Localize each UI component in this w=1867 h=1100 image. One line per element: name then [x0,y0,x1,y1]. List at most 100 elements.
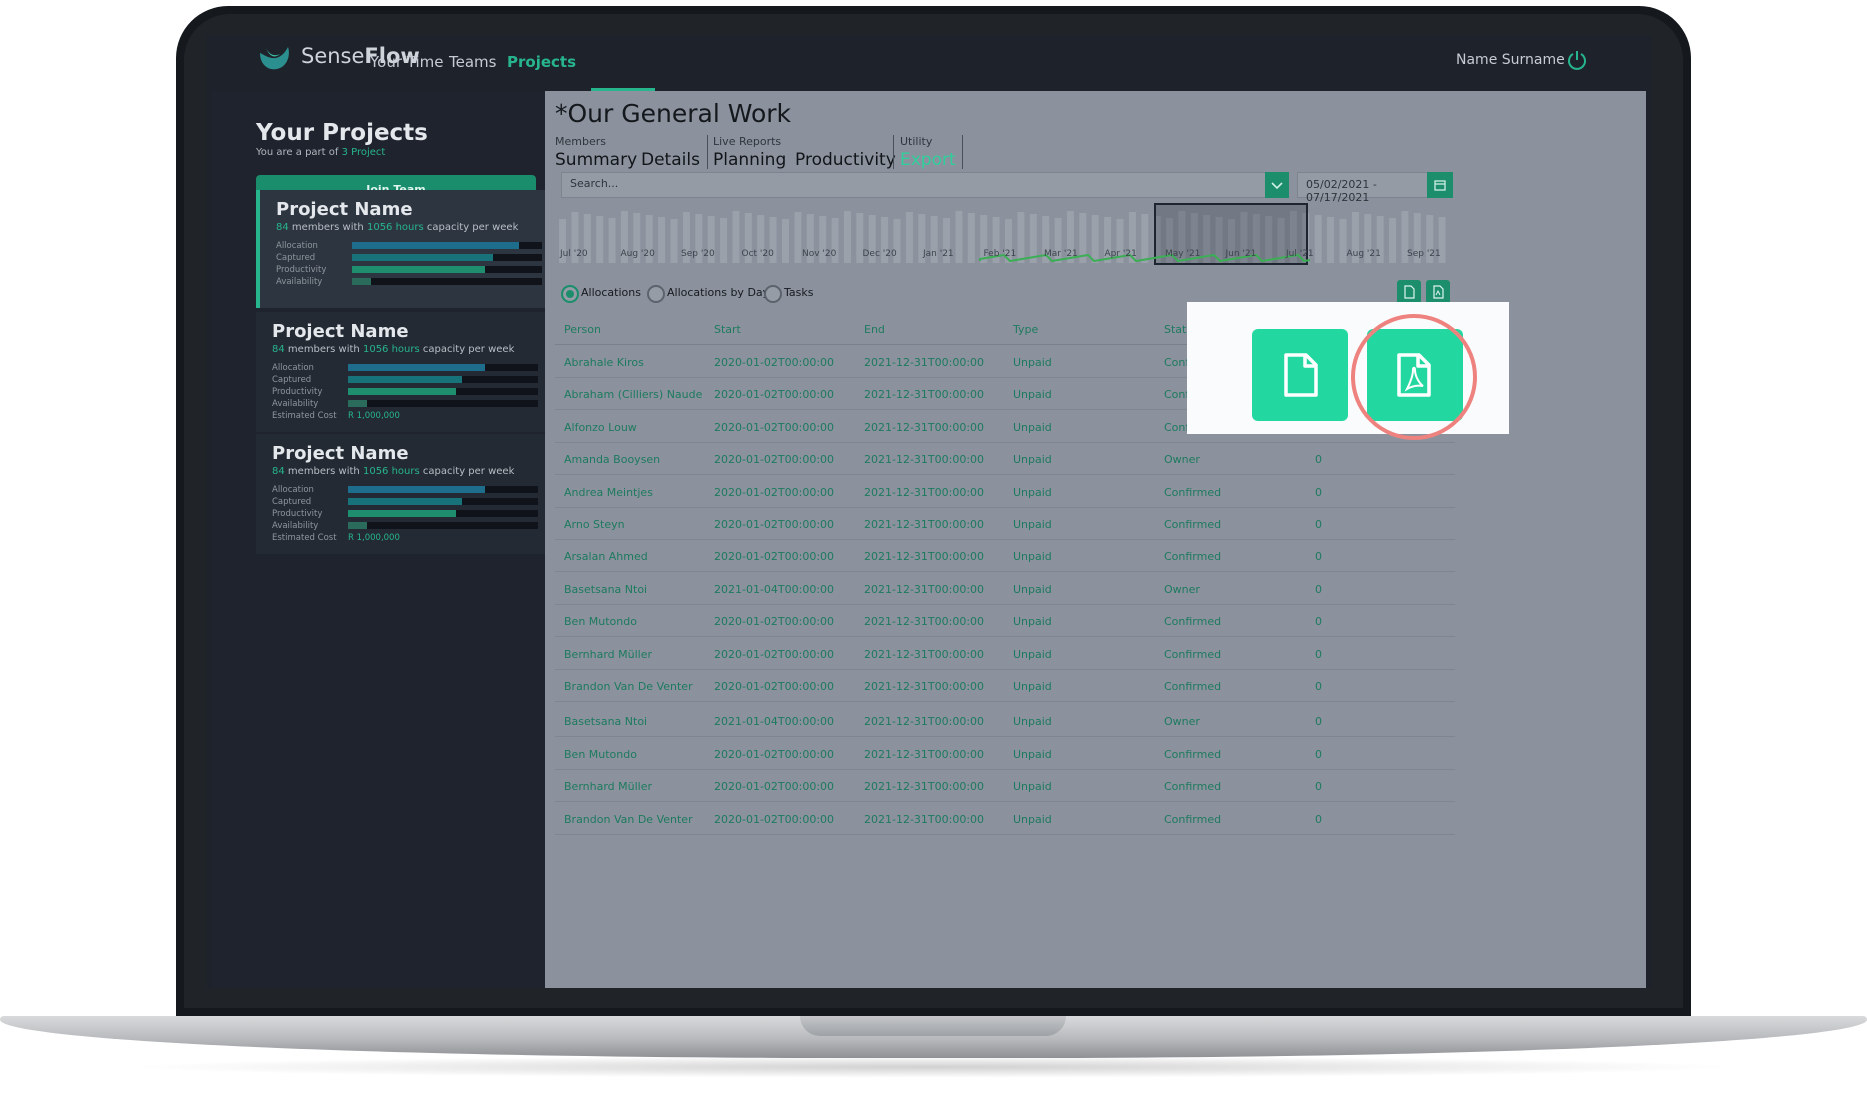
project-card[interactable]: Project Name 84 members with 1056 hours … [256,434,546,554]
column-header-person[interactable]: Person [564,323,601,336]
search-input[interactable]: Search... [561,172,1267,198]
table-row[interactable]: Andrea Meintjes 2020-01-02T00:00:00 2021-1… [555,475,1455,508]
cell-person: Abraham (Cilliers) Naude [564,388,703,402]
timeline-month-label: Feb '21 [983,249,1017,259]
metric-bar [352,242,542,249]
power-icon[interactable] [1566,49,1588,71]
cell-type: Unpaid [1013,715,1052,729]
tab-details[interactable]: Details [641,150,700,170]
table-row[interactable]: Amanda Booysen 2020-01-02T00:00:00 2021-12… [555,442,1455,476]
timeline-bar [1339,219,1347,263]
highlight-ring [1351,314,1477,440]
timeline-bar [843,211,851,263]
export-pdf-button[interactable] [1426,280,1450,304]
cell-value: 0 [1315,715,1322,729]
timeline-bar [955,211,963,263]
tab-planning[interactable]: Planning [713,150,786,170]
nav-projects[interactable]: Projects [507,53,576,71]
file-icon [1404,285,1415,299]
timeline-overview[interactable]: Jul '20 Aug '20 Sep '20 Oct '20 Nov '20 Dec '… [555,203,1455,265]
metric-bar-fill [352,254,493,261]
table-row[interactable]: Bernhard Müller 2020-01-02T00:00:00 2021-1… [555,637,1455,670]
table-row[interactable]: Brandon Van De Venter 2020-01-02T00:00:00… [555,669,1455,702]
column-header-type[interactable]: Type [1013,323,1038,336]
cell-start: 2020-01-02T00:00:00 [714,615,835,629]
metric-bar [348,522,538,529]
cell-start: 2020-01-02T00:00:00 [714,680,835,693]
table-row[interactable]: Ben Mutondo 2020-01-02T00:00:00 2021-12-31… [555,737,1455,770]
timeline-bar [608,218,616,263]
table-row[interactable]: Basetsana Ntoi 2021-01-04T00:00:00 2021-12… [555,704,1455,738]
cell-person: Basetsana Ntoi [564,715,648,729]
cell-end: 2021-12-31T00:00:00 [864,812,985,826]
table-row[interactable]: Brandon Van De Venter 2020-01-02T00:00:00… [555,802,1455,835]
cell-status: Confirmed [1164,780,1222,794]
cell-person: Arno Steyn [564,518,625,531]
project-card[interactable]: Project Name 84 members with 1056 hours … [256,312,546,432]
table-row[interactable]: Arno Steyn 2020-01-02T00:00:00 2021-12-31T… [555,507,1455,540]
calendar-icon [1434,180,1446,191]
metric-bar [352,254,542,261]
cell-end: 2021-12-31T00:00:00 [864,485,985,499]
table-row[interactable]: Bernhard Müller 2020-01-02T00:00:00 2021-1… [555,769,1455,803]
metric-bar-fill [352,242,520,249]
column-header-start[interactable]: Start [714,323,741,336]
metric-bar [348,498,538,505]
export-buttons-zoom-callout [1187,302,1509,440]
cell-status: Confirmed [1164,812,1222,826]
cell-person: Ben Mutondo [564,747,637,761]
timeline-bar [720,218,728,263]
table-row[interactable]: Arsalan Ahmed 2020-01-02T00:00:00 2021-12-… [555,539,1455,573]
column-header-end[interactable]: End [864,323,885,336]
cell-value: 0 [1315,812,1322,826]
export-file-button-large[interactable] [1252,329,1348,421]
estimated-cost-value: R 1,000,000 [348,533,400,543]
radio-tasks[interactable] [764,285,782,303]
metric-bar [352,266,542,273]
cell-end: 2021-12-31T00:00:00 [864,420,985,434]
timeline-bar [1091,215,1099,263]
cell-value: 0 [1315,780,1322,794]
table-row[interactable]: Ben Mutondo 2020-01-02T00:00:00 2021-12-31… [555,604,1455,638]
search-dropdown-button[interactable] [1265,172,1289,198]
tab-export[interactable]: Export [900,150,956,170]
cell-value: 0 [1315,615,1322,629]
cell-start: 2020-01-02T00:00:00 [714,420,835,434]
metric-bar [348,364,538,371]
metric-label: Captured [272,375,312,385]
calendar-button[interactable] [1427,172,1453,198]
cell-start: 2021-01-04T00:00:00 [714,582,835,596]
cell-type: Unpaid [1013,747,1052,761]
metric-label: Availability [272,521,319,531]
laptop-notch [800,1016,1066,1036]
timeline-bar [1314,215,1322,263]
radio-allocations[interactable] [561,285,579,303]
metric-bar-fill [348,364,485,371]
nav-your-time[interactable]: Your Time [370,53,444,71]
estimated-cost-value: R 1,000,000 [348,411,400,421]
user-name[interactable]: Name Surname [1456,52,1565,68]
date-range-field[interactable]: 05/02/2021 - 07/17/2021 [1297,172,1431,204]
cell-value: 0 [1315,518,1322,531]
tab-productivity[interactable]: Productivity [795,150,896,170]
cell-status: Confirmed [1164,518,1222,531]
cell-type: Unpaid [1013,647,1052,661]
nav-teams[interactable]: Teams [449,53,496,71]
timeline-month-label: May '21 [1165,249,1201,259]
cell-value: 0 [1315,485,1322,499]
cell-person: Bernhard Müller [564,780,652,794]
cell-status: Confirmed [1164,615,1222,629]
cell-status: Confirmed [1164,550,1222,564]
sidebar-title: Your Projects [256,120,428,146]
cell-start: 2020-01-02T00:00:00 [714,485,835,499]
cell-end: 2021-12-31T00:00:00 [864,550,985,564]
project-card[interactable]: Project Name 84 members with 1056 hours … [256,190,550,308]
cell-start: 2020-01-02T00:00:00 [714,812,835,826]
table-row[interactable]: Basetsana Ntoi 2021-01-04T00:00:00 2021-12… [555,572,1455,605]
cell-status: Confirmed [1164,647,1222,661]
cell-person: Andrea Meintjes [564,485,653,499]
export-file-button[interactable] [1397,280,1421,304]
radio-allocations-by-day[interactable] [647,285,665,303]
cell-status: Confirmed [1164,747,1222,761]
tab-summary[interactable]: Summary [555,150,637,170]
